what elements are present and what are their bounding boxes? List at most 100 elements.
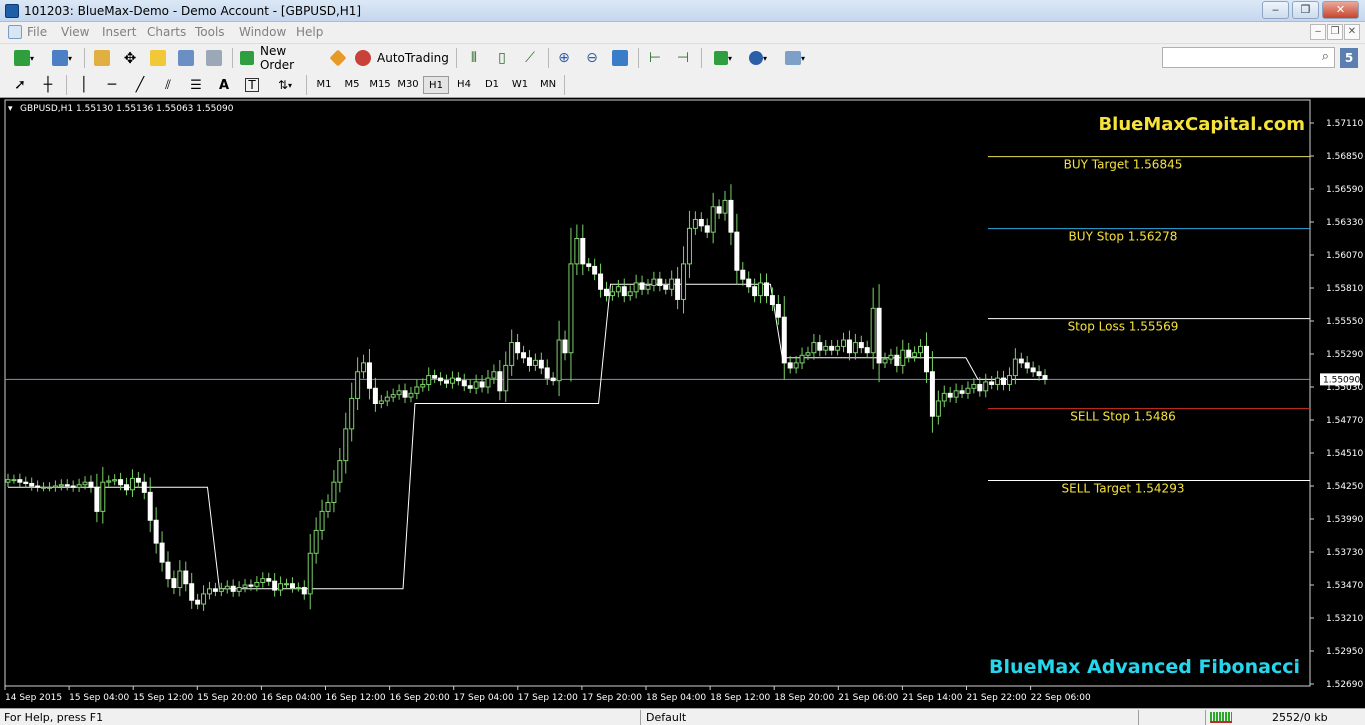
minimize-button[interactable]: ‒ bbox=[1262, 1, 1289, 19]
close-button[interactable]: ✕ bbox=[1322, 1, 1359, 19]
trendline-tool[interactable]: ╱ bbox=[130, 75, 150, 95]
metaeditor-button[interactable] bbox=[328, 48, 348, 68]
mdi-restore-button[interactable]: ❐ bbox=[1327, 24, 1343, 40]
menu-tools[interactable]: Tools bbox=[195, 25, 225, 39]
navigator-button[interactable]: ✥ bbox=[120, 48, 140, 68]
mdi-close-button[interactable]: ✕ bbox=[1344, 24, 1360, 40]
mdi-minimize-button[interactable]: ‒ bbox=[1310, 24, 1326, 40]
chart-shift-button[interactable]: ⊣ bbox=[673, 48, 693, 68]
candle-body bbox=[953, 390, 959, 398]
terminal-button[interactable] bbox=[176, 48, 196, 68]
candle-body bbox=[106, 480, 112, 483]
chart-window[interactable]: 1.55090 BUY Target 1.56845 BUY Stop 1.5627… bbox=[0, 98, 1365, 708]
candle-body bbox=[100, 481, 106, 512]
symbol-dropdown-icon[interactable]: ▾ bbox=[8, 104, 13, 114]
autotrading-button[interactable]: AutoTrading bbox=[355, 48, 449, 68]
cursor-tool[interactable]: ➚ bbox=[10, 75, 30, 95]
menu-help[interactable]: Help bbox=[296, 25, 323, 39]
line-chart-button[interactable]: ⟋ bbox=[520, 48, 540, 68]
candle-body bbox=[580, 238, 586, 265]
maximize-button[interactable]: ❐ bbox=[1292, 1, 1319, 19]
trendline-icon: ╱ bbox=[135, 77, 145, 93]
new-chart-button[interactable]: ▾ bbox=[8, 48, 40, 68]
candle-body bbox=[449, 377, 455, 384]
new-order-label: New Order bbox=[259, 44, 295, 72]
candlestick-button[interactable]: ▯ bbox=[492, 48, 512, 68]
candle-body bbox=[781, 316, 787, 364]
candle-body bbox=[467, 385, 473, 389]
candle-body bbox=[716, 206, 722, 214]
candle-body bbox=[165, 561, 171, 580]
diamond-icon bbox=[329, 49, 347, 67]
candle-body bbox=[343, 428, 349, 462]
candle-body bbox=[900, 349, 906, 366]
timeframe-w1[interactable]: W1 bbox=[507, 76, 533, 94]
signals-button[interactable]: 5 bbox=[1340, 48, 1358, 68]
menu-window[interactable]: Window bbox=[239, 25, 286, 39]
price-chart[interactable]: 1.55090BUY Target 1.56845BUY Stop 1.5627… bbox=[0, 98, 1365, 708]
candle-body bbox=[1030, 367, 1036, 373]
timeframe-mn[interactable]: MN bbox=[535, 76, 561, 94]
candle-body bbox=[284, 583, 290, 586]
candle-body bbox=[473, 381, 479, 389]
horizontal-line-tool[interactable]: ─ bbox=[102, 75, 122, 95]
candle-body bbox=[491, 371, 497, 379]
menu-file[interactable]: File bbox=[27, 25, 47, 39]
candle-body bbox=[396, 390, 402, 396]
menu-bar: File View Insert Charts Tools Window Hel… bbox=[0, 22, 1365, 43]
periods-button[interactable]: ▾ bbox=[743, 48, 773, 68]
timeframe-d1[interactable]: D1 bbox=[479, 76, 505, 94]
vertical-line-icon: │ bbox=[79, 77, 89, 93]
timeframe-m30[interactable]: M30 bbox=[395, 76, 421, 94]
timeframe-h4[interactable]: H4 bbox=[451, 76, 477, 94]
candle-body bbox=[876, 307, 882, 364]
auto-scroll-button[interactable]: ⊢ bbox=[645, 48, 665, 68]
text-tool[interactable]: A bbox=[214, 75, 234, 95]
candle-body bbox=[426, 375, 432, 385]
data-window-button[interactable] bbox=[148, 48, 168, 68]
candle-body bbox=[740, 269, 746, 280]
app-icon bbox=[5, 4, 19, 18]
indicators-button[interactable]: ▾ bbox=[708, 48, 738, 68]
market-watch-button[interactable] bbox=[92, 48, 112, 68]
text-label-tool[interactable]: T bbox=[242, 75, 262, 95]
bar-chart-button[interactable]: ⫴ bbox=[464, 48, 484, 68]
vertical-line-tool[interactable]: │ bbox=[74, 75, 94, 95]
candle-body bbox=[817, 342, 823, 351]
menu-insert[interactable]: Insert bbox=[102, 25, 136, 39]
timeframe-m5[interactable]: M5 bbox=[339, 76, 365, 94]
candle-body bbox=[218, 588, 224, 592]
new-order-button[interactable]: New Order bbox=[240, 44, 324, 72]
x-tick-label: 16 Sep 20:00 bbox=[390, 693, 450, 703]
timeframe-m1[interactable]: M1 bbox=[311, 76, 337, 94]
candle-body bbox=[361, 362, 367, 373]
y-tick-label: 1.54250 bbox=[1326, 482, 1363, 492]
menu-view[interactable]: View bbox=[61, 25, 89, 39]
candle-body bbox=[841, 339, 847, 347]
fibonacci-tool[interactable]: ☰ bbox=[186, 75, 206, 95]
x-tick-label: 22 Sep 06:00 bbox=[1031, 693, 1091, 703]
timeframe-h1[interactable]: H1 bbox=[423, 76, 449, 94]
menu-charts[interactable]: Charts bbox=[147, 25, 186, 39]
bar-chart-icon: ⫴ bbox=[471, 50, 477, 66]
candle-body bbox=[918, 345, 924, 354]
strategy-tester-button[interactable] bbox=[204, 48, 224, 68]
tile-windows-button[interactable] bbox=[610, 48, 630, 68]
candle-body bbox=[769, 295, 775, 306]
candle-body bbox=[592, 265, 598, 275]
search-input[interactable]: ⌕ bbox=[1162, 47, 1335, 68]
zoom-in-button[interactable]: ⊕ bbox=[554, 48, 574, 68]
timeframe-m15[interactable]: M15 bbox=[367, 76, 393, 94]
x-tick-label: 17 Sep 04:00 bbox=[454, 693, 514, 703]
candle-body bbox=[337, 460, 343, 483]
zoom-out-button[interactable]: ⊖ bbox=[582, 48, 602, 68]
arrows-tool[interactable]: ⇅ ▾ bbox=[270, 75, 300, 95]
level-label: SELL Stop 1.5486 bbox=[1070, 410, 1175, 424]
candle-body bbox=[1006, 375, 1012, 385]
profiles-button[interactable]: ▾ bbox=[46, 48, 78, 68]
y-tick-label: 1.55550 bbox=[1326, 317, 1363, 327]
templates-button[interactable]: ▾ bbox=[780, 48, 810, 68]
candle-body bbox=[912, 352, 918, 358]
equidistant-channel-tool[interactable]: ⫽ bbox=[158, 75, 178, 95]
crosshair-tool[interactable]: ┼ bbox=[38, 75, 58, 95]
